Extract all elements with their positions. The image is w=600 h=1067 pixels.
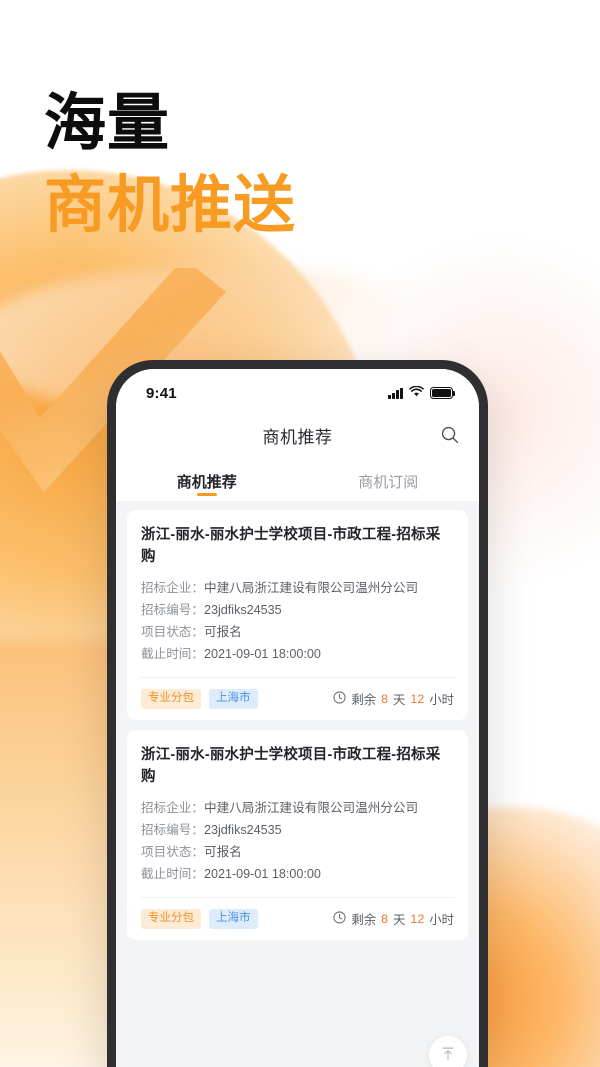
headline-line-2: 商机推送 bbox=[44, 168, 297, 241]
search-icon[interactable] bbox=[437, 422, 463, 448]
card-row: 招标企业： 中建八局浙江建设有限公司温州分公司 bbox=[141, 797, 454, 819]
card-row: 截止时间： 2021-09-01 18:00:00 bbox=[141, 643, 454, 665]
card-row: 招标编号： 23jdfiks24535 bbox=[141, 819, 454, 841]
row-value: 23jdfiks24535 bbox=[203, 603, 282, 617]
row-value: 中建八局浙江建设有限公司温州分公司 bbox=[203, 801, 419, 815]
row-label: 招标企业： bbox=[141, 581, 204, 595]
remaining-days-unit: 天 bbox=[393, 913, 406, 927]
row-label: 项目状态： bbox=[141, 845, 204, 859]
opportunity-card[interactable]: 浙江-丽水-丽水护士学校项目-市政工程-招标采购 招标企业： 中建八局浙江建设有… bbox=[127, 730, 468, 940]
remaining-hours: 12 bbox=[410, 912, 425, 926]
card-row: 项目状态： 可报名 bbox=[141, 621, 454, 643]
remaining-prefix: 剩余 bbox=[351, 693, 377, 707]
remaining-time: 剩余 8 天 12 小时 bbox=[333, 690, 454, 708]
opportunity-list[interactable]: 浙江-丽水-丽水护士学校项目-市政工程-招标采购 招标企业： 中建八局浙江建设有… bbox=[116, 501, 479, 1067]
remaining-days-unit: 天 bbox=[393, 693, 406, 707]
status-bar-icons bbox=[388, 384, 456, 402]
battery-full-icon bbox=[430, 387, 456, 399]
remaining-prefix: 剩余 bbox=[351, 913, 377, 927]
row-label: 招标编号： bbox=[141, 823, 204, 837]
row-value: 23jdfiks24535 bbox=[203, 823, 282, 837]
tab-bar: 商机推荐 商机订阅 bbox=[116, 459, 479, 501]
status-bar-time: 9:41 bbox=[146, 384, 177, 402]
scroll-to-top-button[interactable] bbox=[429, 1036, 467, 1067]
row-value: 2021-09-01 18:00:00 bbox=[203, 647, 321, 661]
row-label: 招标编号： bbox=[141, 603, 204, 617]
card-row: 招标编号： 23jdfiks24535 bbox=[141, 599, 454, 621]
card-tags: 专业分包 上海市 bbox=[141, 688, 258, 710]
card-footer: 专业分包 上海市 剩余 8 天 12 小时 bbox=[141, 678, 454, 720]
wifi-icon bbox=[409, 384, 424, 402]
tag-region[interactable]: 上海市 bbox=[209, 688, 258, 710]
tag-region[interactable]: 上海市 bbox=[209, 908, 258, 930]
remaining-hours-unit: 小时 bbox=[429, 913, 454, 927]
row-label: 截止时间： bbox=[141, 647, 204, 661]
card-detail-rows: 招标企业： 中建八局浙江建设有限公司温州分公司 招标编号： 23jdfiks24… bbox=[141, 577, 454, 677]
remaining-time: 剩余 8 天 12 小时 bbox=[333, 910, 454, 928]
row-label: 项目状态： bbox=[141, 625, 204, 639]
card-title: 浙江-丽水-丽水护士学校项目-市政工程-招标采购 bbox=[141, 747, 441, 785]
remaining-days: 8 bbox=[381, 692, 389, 706]
promo-poster: 海量 商机推送 9:41 商机推荐 商机推荐 商机订阅 浙江-丽水-丽水护士学校… bbox=[0, 0, 600, 1067]
remaining-days: 8 bbox=[381, 912, 389, 926]
signal-bars-icon bbox=[388, 387, 403, 399]
scroll-to-top-icon bbox=[439, 1044, 457, 1067]
tag-category[interactable]: 专业分包 bbox=[141, 908, 201, 930]
card-row: 项目状态： 可报名 bbox=[141, 841, 454, 863]
page-title: 商机推荐 bbox=[262, 427, 333, 447]
tab-subscribe-label: 商机订阅 bbox=[358, 473, 419, 491]
row-value: 2021-09-01 18:00:00 bbox=[203, 867, 321, 881]
row-label: 截止时间： bbox=[141, 867, 204, 881]
status-bar: 9:41 bbox=[116, 369, 479, 411]
card-detail-rows: 招标企业： 中建八局浙江建设有限公司温州分公司 招标编号： 23jdfiks24… bbox=[141, 797, 454, 897]
card-title: 浙江-丽水-丽水护士学校项目-市政工程-招标采购 bbox=[141, 527, 441, 565]
opportunity-card[interactable]: 浙江-丽水-丽水护士学校项目-市政工程-招标采购 招标企业： 中建八局浙江建设有… bbox=[127, 510, 468, 720]
card-row: 招标企业： 中建八局浙江建设有限公司温州分公司 bbox=[141, 577, 454, 599]
tab-recommend[interactable]: 商机推荐 bbox=[116, 459, 298, 501]
card-row: 截止时间： 2021-09-01 18:00:00 bbox=[141, 863, 454, 885]
clock-icon bbox=[333, 691, 346, 707]
tag-category[interactable]: 专业分包 bbox=[141, 688, 201, 710]
row-value: 中建八局浙江建设有限公司温州分公司 bbox=[203, 581, 419, 595]
remaining-hours: 12 bbox=[410, 692, 425, 706]
phone-screen: 9:41 商机推荐 商机推荐 商机订阅 浙江-丽水-丽水护士学校项目-市政工程-… bbox=[116, 369, 479, 1067]
row-label: 招标企业： bbox=[141, 801, 204, 815]
tab-recommend-label: 商机推荐 bbox=[176, 473, 237, 491]
card-tags: 专业分包 上海市 bbox=[141, 908, 258, 930]
card-footer: 专业分包 上海市 剩余 8 天 12 小时 bbox=[141, 898, 454, 940]
app-navbar: 商机推荐 bbox=[116, 411, 479, 459]
row-value: 可报名 bbox=[203, 625, 242, 639]
poster-headline: 海量 商机推送 bbox=[44, 84, 296, 244]
clock-icon bbox=[333, 911, 346, 927]
tab-subscribe[interactable]: 商机订阅 bbox=[298, 459, 480, 501]
tab-active-indicator bbox=[196, 493, 217, 496]
remaining-hours-unit: 小时 bbox=[429, 693, 454, 707]
phone-mockup: 9:41 商机推荐 商机推荐 商机订阅 浙江-丽水-丽水护士学校项目-市政工程-… bbox=[107, 360, 488, 1067]
row-value: 可报名 bbox=[203, 845, 242, 859]
headline-line-1: 海量 bbox=[44, 86, 171, 159]
